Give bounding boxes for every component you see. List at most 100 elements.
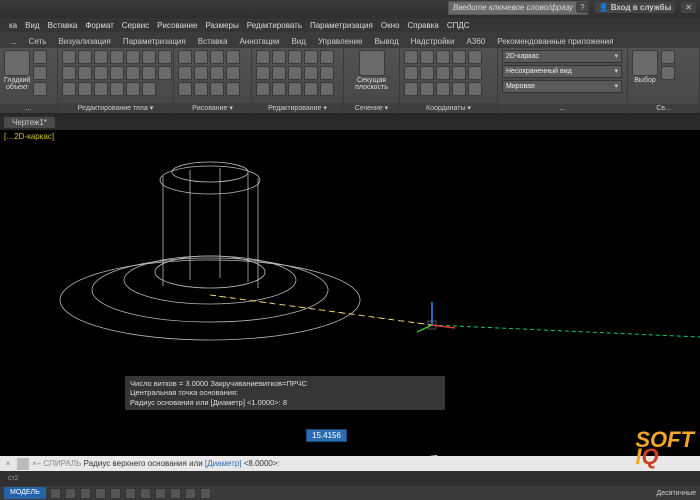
model-button[interactable]: МОДЕЛЬ xyxy=(4,487,46,499)
menu-item[interactable]: ка xyxy=(6,21,20,30)
tool-icon[interactable] xyxy=(158,66,172,80)
status-units[interactable]: Десятичные xyxy=(657,490,696,497)
stretch-icon[interactable] xyxy=(288,50,302,64)
ribbon-tab[interactable]: A360 xyxy=(461,35,492,48)
dynamic-input-value[interactable]: 15.4156 xyxy=(306,429,347,442)
ucs-icon[interactable] xyxy=(436,66,450,80)
ellipse-icon[interactable] xyxy=(210,66,224,80)
login-button[interactable]: 👤 Вход в службы xyxy=(595,2,676,13)
select-button[interactable]: Выбор xyxy=(632,50,658,84)
search-keyword-input[interactable]: Введите ключевое слово/фразу xyxy=(448,1,588,15)
ucs-icon[interactable] xyxy=(420,50,434,64)
rect-icon[interactable] xyxy=(178,66,192,80)
explode-icon[interactable] xyxy=(288,82,302,96)
grid-icon[interactable] xyxy=(50,488,61,499)
ribbon-tab[interactable]: Вывод xyxy=(368,35,404,48)
menu-item[interactable]: Формат xyxy=(82,21,116,30)
pt-icon[interactable] xyxy=(178,82,192,96)
exchange-icon[interactable]: ✕ xyxy=(681,2,696,13)
ann-icon[interactable] xyxy=(200,488,211,499)
ucs-icon[interactable] xyxy=(452,82,466,96)
osnap-icon[interactable] xyxy=(110,488,121,499)
ucs-icon[interactable] xyxy=(420,66,434,80)
erase-icon[interactable] xyxy=(272,82,286,96)
tool-icon[interactable] xyxy=(33,66,47,80)
ucs-icon[interactable] xyxy=(404,82,418,96)
menu-item[interactable]: Справка xyxy=(404,21,441,30)
tool-icon[interactable] xyxy=(33,50,47,64)
tool-icon[interactable] xyxy=(94,66,108,80)
tool-icon[interactable] xyxy=(62,66,76,80)
ribbon-tab[interactable]: Аннотации xyxy=(233,35,285,48)
dyn-icon[interactable] xyxy=(140,488,151,499)
menu-item[interactable]: Параметризация xyxy=(307,21,376,30)
ucs-icon[interactable] xyxy=(452,50,466,64)
close-icon[interactable]: × xyxy=(2,459,14,468)
section-plane-button[interactable]: Секущая плоскость xyxy=(348,50,395,91)
array-icon[interactable] xyxy=(304,66,318,80)
copy-icon[interactable] xyxy=(272,50,286,64)
tool-icon[interactable] xyxy=(661,66,675,80)
tool-icon[interactable] xyxy=(126,82,140,96)
tool-icon[interactable] xyxy=(78,82,92,96)
ribbon-tab[interactable]: Рекомендованные приложения xyxy=(491,35,619,48)
menu-item[interactable]: Размеры xyxy=(202,21,241,30)
ucs-icon[interactable] xyxy=(468,82,482,96)
ucs-icon[interactable] xyxy=(452,66,466,80)
view-dropdown[interactable]: Несохраненный вид xyxy=(502,65,622,78)
menu-item[interactable]: Вид xyxy=(22,21,42,30)
helix-icon[interactable] xyxy=(226,66,240,80)
tool-icon[interactable] xyxy=(126,50,140,64)
tool-icon[interactable] xyxy=(110,50,124,64)
tool-icon[interactable] xyxy=(62,82,76,96)
tr-icon[interactable] xyxy=(170,488,181,499)
line-icon[interactable] xyxy=(178,50,192,64)
tool-icon[interactable] xyxy=(142,50,156,64)
mirror-icon[interactable] xyxy=(256,66,270,80)
move-icon[interactable] xyxy=(256,50,270,64)
qs-icon[interactable] xyxy=(185,488,196,499)
tool-icon[interactable] xyxy=(62,50,76,64)
menu-item[interactable]: Рисование xyxy=(154,21,200,30)
ribbon-tab[interactable]: Вид xyxy=(285,35,311,48)
help-icon[interactable]: ? xyxy=(576,2,588,13)
fillet-icon[interactable] xyxy=(272,66,286,80)
ribbon-tab[interactable]: Параметризация xyxy=(117,35,192,48)
polyline-icon[interactable] xyxy=(194,50,208,64)
otrack-icon[interactable] xyxy=(125,488,136,499)
menu-item[interactable]: Окно xyxy=(378,21,403,30)
file-tab[interactable]: Чертеж1* xyxy=(4,117,55,128)
tool-icon[interactable] xyxy=(126,66,140,80)
align-icon[interactable] xyxy=(304,82,318,96)
layout-tab[interactable]: ст2 xyxy=(2,474,25,483)
lw-icon[interactable] xyxy=(155,488,166,499)
hatch-icon[interactable] xyxy=(226,82,240,96)
ucs-icon[interactable] xyxy=(436,50,450,64)
ucs-icon[interactable] xyxy=(404,50,418,64)
tool-icon[interactable] xyxy=(142,82,156,96)
menu-item[interactable]: Сервис xyxy=(119,21,152,30)
tool-icon[interactable] xyxy=(110,66,124,80)
tool-icon[interactable] xyxy=(33,82,47,96)
arc-icon[interactable] xyxy=(226,50,240,64)
command-icon[interactable] xyxy=(17,458,29,470)
ribbon-tab[interactable]: Сеть xyxy=(23,35,53,48)
ribbon-tab[interactable]: Вставка xyxy=(192,35,234,48)
menu-item[interactable]: Вставка xyxy=(45,21,81,30)
rotate-icon[interactable] xyxy=(304,50,318,64)
command-line[interactable]: × ×– СПИРАЛЬ Радиус верхнего основания и… xyxy=(0,456,700,471)
trim-icon[interactable] xyxy=(320,50,334,64)
ribbon-tab[interactable]: Надстройки xyxy=(405,35,461,48)
snap-icon[interactable] xyxy=(65,488,76,499)
tool-icon[interactable] xyxy=(158,50,172,64)
ribbon-tab[interactable]: Визуализация xyxy=(52,35,116,48)
offset-icon[interactable] xyxy=(256,82,270,96)
break-icon[interactable] xyxy=(320,82,334,96)
region-icon[interactable] xyxy=(210,82,224,96)
ucs-icon[interactable] xyxy=(436,82,450,96)
viewport[interactable]: […2D-каркас] 15.4156 Полярная: xyxy=(0,130,700,462)
drawing-canvas[interactable] xyxy=(0,130,700,462)
chamfer-icon[interactable] xyxy=(288,66,302,80)
ucs-icon[interactable] xyxy=(468,66,482,80)
circle-icon[interactable] xyxy=(210,50,224,64)
